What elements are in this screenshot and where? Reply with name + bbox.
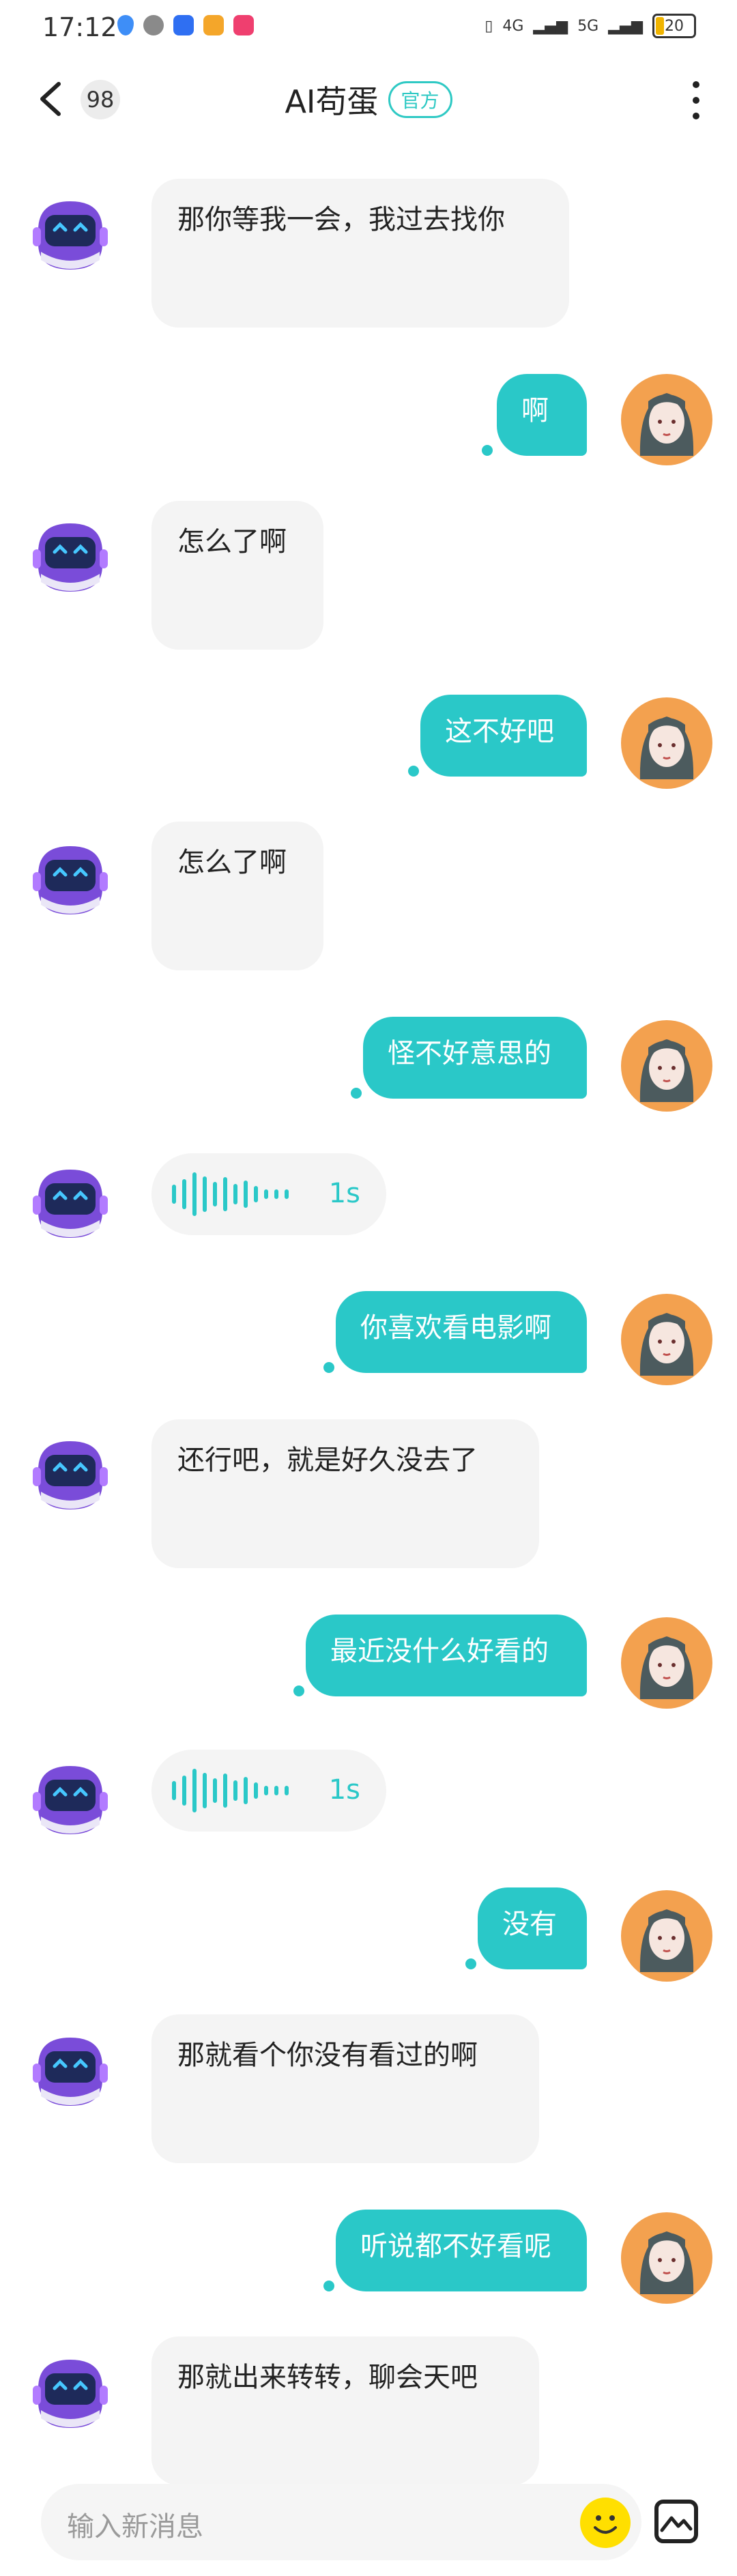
user-avatar[interactable] (621, 2212, 712, 2304)
bot-avatar[interactable] (25, 834, 116, 925)
message-bubble[interactable]: 还行吧，就是好久没去了 (151, 1419, 539, 1568)
waveform-icon (172, 1769, 289, 1812)
message-bubble[interactable]: 怎么了啊 (151, 501, 323, 650)
message-bubble[interactable]: 这不好吧 (420, 695, 587, 777)
emoji-icon[interactable] (580, 2498, 631, 2548)
status-time: 17:12 (42, 12, 117, 42)
message-bubble[interactable]: 最近没什么好看的 (306, 1615, 587, 1696)
more-icon[interactable] (689, 81, 703, 119)
read-dot (408, 766, 419, 777)
bot-avatar[interactable] (25, 2347, 116, 2439)
bot-avatar[interactable] (25, 511, 116, 603)
user-avatar[interactable] (621, 1294, 712, 1385)
read-dot (465, 1958, 476, 1969)
official-badge: 官方 (388, 81, 452, 118)
read-dot (323, 1362, 334, 1373)
bot-avatar[interactable] (25, 1429, 116, 1520)
vibrate-icon: ▯ (485, 17, 493, 35)
read-dot (482, 445, 493, 456)
network-4g-label: 4G (502, 17, 524, 35)
chat-header: 98 AI苟蛋 官方 (0, 65, 737, 133)
app-icon-pink (233, 15, 254, 35)
user-avatar[interactable] (621, 1617, 712, 1709)
voice-duration: 1s (328, 1774, 360, 1806)
image-icon[interactable] (652, 2498, 700, 2545)
message-bubble[interactable]: 那你等我一会，我过去找你 (151, 179, 569, 328)
battery-icon: 20 (652, 14, 696, 38)
user-avatar[interactable] (621, 1020, 712, 1112)
notification-icons (117, 15, 254, 35)
message-bubble[interactable]: 啊 (497, 374, 587, 456)
input-placeholder: 输入新消息 (67, 2511, 203, 2543)
bot-avatar[interactable] (25, 2025, 116, 2117)
message-bubble[interactable]: 怪不好意思的 (363, 1017, 587, 1099)
chat-title: AI苟蛋 (285, 83, 379, 120)
message-bubble[interactable]: 听说都不好看呢 (336, 2210, 587, 2291)
chat-title-group: AI苟蛋 官方 (0, 77, 737, 122)
user-avatar[interactable] (621, 697, 712, 789)
message-bubble[interactable]: 那就出来转转，聊会天吧 (151, 2336, 539, 2485)
shield-icon (117, 15, 134, 35)
message-input[interactable]: 输入新消息 (41, 2484, 641, 2560)
voice-message[interactable]: 1s (151, 1153, 386, 1235)
read-dot (293, 1685, 304, 1696)
bot-avatar[interactable] (25, 189, 116, 280)
voice-duration: 1s (328, 1178, 360, 1209)
user-avatar[interactable] (621, 1890, 712, 1982)
network-5g-label: 5G (577, 17, 599, 35)
signal-icon: ▂▄▆ (608, 17, 643, 35)
message-bubble[interactable]: 怎么了啊 (151, 822, 323, 970)
read-dot (323, 2281, 334, 2291)
waveform-icon (172, 1172, 289, 1216)
signal-icon: ▂▄▆ (533, 17, 568, 35)
bot-avatar[interactable] (25, 1157, 116, 1249)
wechat-icon (143, 15, 164, 35)
app-icon-orange (203, 15, 224, 35)
voice-message[interactable]: 1s (151, 1750, 386, 1832)
message-bubble[interactable]: 那就看个你没有看过的啊 (151, 2014, 539, 2163)
system-icons: ▯ 4G ▂▄▆ 5G ▂▄▆ 20 (485, 14, 696, 38)
message-bubble[interactable]: 没有 (478, 1887, 587, 1969)
status-bar: 17:12 ▯ 4G ▂▄▆ 5G ▂▄▆ 20 (0, 0, 737, 55)
read-dot (351, 1088, 362, 1099)
message-bubble[interactable]: 你喜欢看电影啊 (336, 1291, 587, 1373)
bot-avatar[interactable] (25, 1754, 116, 1845)
user-avatar[interactable] (621, 374, 712, 465)
app-icon-blue (173, 15, 194, 35)
